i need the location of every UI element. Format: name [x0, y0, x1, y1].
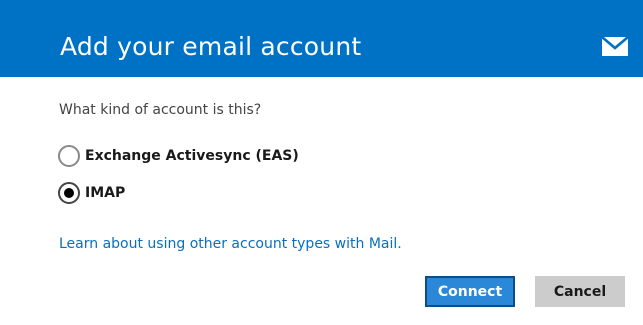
radio-option-eas[interactable]: Exchange Activesync (EAS): [58, 144, 299, 168]
dialog-title: Add your email account: [60, 32, 362, 61]
learn-more-link[interactable]: Learn about using other account types wi…: [59, 236, 402, 252]
radio-label-eas: Exchange Activesync (EAS): [85, 148, 299, 164]
radio-selected-dot: [64, 188, 74, 198]
mail-envelope-icon: [602, 37, 628, 56]
radio-button-eas[interactable]: [58, 145, 80, 167]
connect-button[interactable]: Connect: [425, 276, 515, 307]
radio-option-imap[interactable]: IMAP: [58, 181, 125, 205]
radio-button-imap[interactable]: [58, 182, 80, 204]
account-type-question: What kind of account is this?: [59, 102, 262, 118]
cancel-button[interactable]: Cancel: [535, 276, 625, 307]
dialog-header: Add your email account: [0, 0, 643, 77]
radio-label-imap: IMAP: [85, 185, 126, 201]
add-email-account-dialog: Add your email account What kind of acco…: [0, 0, 643, 325]
